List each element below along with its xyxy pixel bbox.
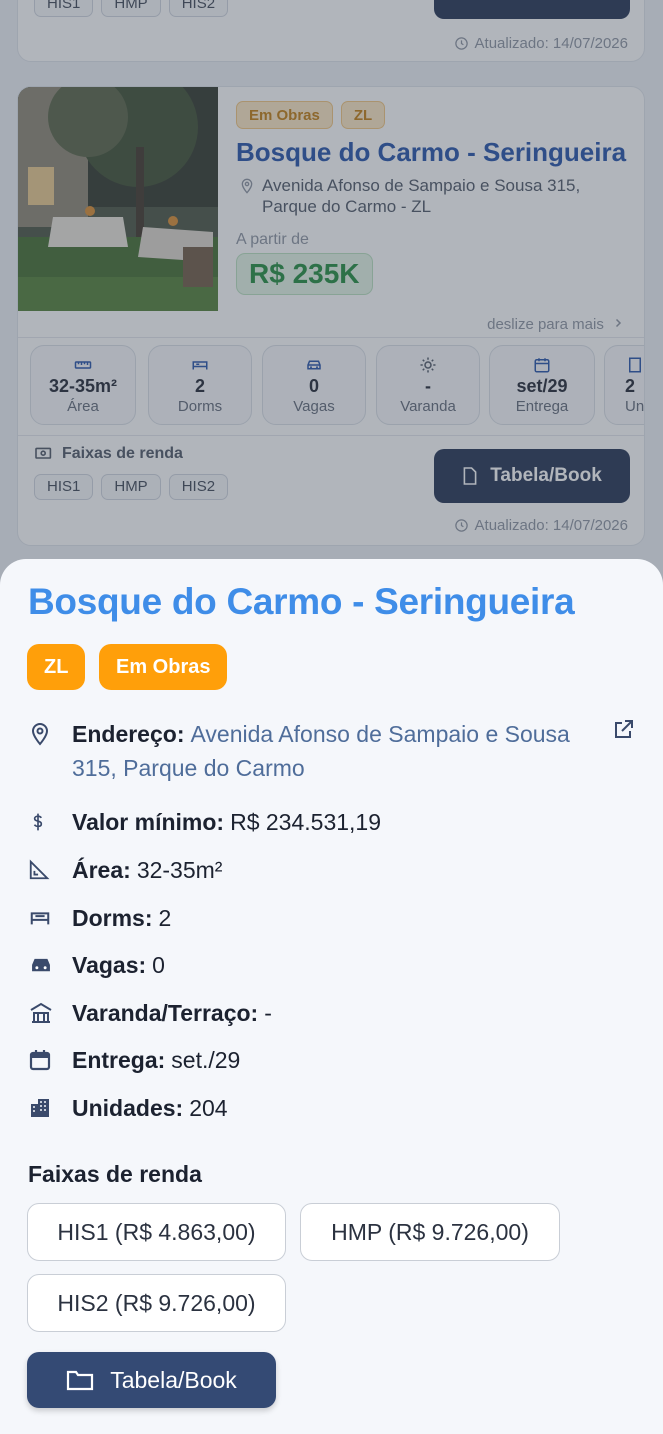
detail-row-balcony: Varanda/Terraço: - [28,996,272,1030]
location-pin-icon [31,722,49,746]
status-badge: Em Obras [99,644,228,690]
address-row: Endereço: Avenida Afonso de Sampaio e Sou… [28,717,588,785]
detail-value: R$ 234.531,19 [230,809,381,835]
detail-row-delivery: Entrega: set./29 [28,1043,240,1077]
detail-row-parking: Vagas: 0 [28,948,165,982]
income-range-chip[interactable]: HMP (R$ 9.726,00) [300,1203,560,1261]
income-section-title: Faixas de renda [28,1161,202,1187]
income-range-chip[interactable]: HIS1 (R$ 4.863,00) [27,1203,286,1261]
detail-label: Varanda/Terraço: [72,1000,259,1026]
car-icon [32,958,50,972]
detail-label: Dorms: [72,905,153,931]
detail-label: Entrega: [72,1047,166,1073]
detail-value: 0 [152,952,165,978]
zone-badge: ZL [27,644,86,690]
apartment-icon [31,1099,49,1117]
detail-value: 32-35m² [136,857,223,883]
address-link[interactable]: Avenida Afonso de Sampaio e Sousa [190,721,569,747]
detail-label: Vagas: [72,952,147,978]
detail-row-min-value: Valor mínimo: R$ 234.531,19 [28,805,381,839]
detail-row-dorms: Dorms: 2 [28,901,171,935]
address-link[interactable]: 315, Parque do Carmo [72,755,305,781]
detail-value: set./29 [171,1047,241,1073]
details-bottom-sheet: Bosque do Carmo - Seringueira ZL Em Obra… [0,559,663,1434]
detail-value: 2 [158,905,172,931]
bed-icon [30,912,50,925]
open-in-new-icon[interactable] [611,718,635,742]
sheet-title: Bosque do Carmo - Seringueira [28,581,575,622]
detail-value: - [264,1000,272,1026]
detail-label: Área: [72,857,131,883]
calendar-icon [29,1050,51,1071]
detail-label: Unidades: [72,1095,184,1121]
dollar-icon [33,813,43,831]
folder-icon [67,1370,94,1391]
book-button[interactable]: Tabela/Book [27,1352,276,1408]
detail-row-units: Unidades: 204 [28,1091,228,1125]
income-range-chip[interactable]: HIS2 (R$ 9.726,00) [27,1274,286,1332]
area-icon [29,859,50,880]
detail-label: Valor mínimo: [72,809,225,835]
address-label: Endereço: [72,721,185,747]
detail-value: 204 [189,1095,228,1121]
book-button-label: Tabela/Book [110,1366,237,1393]
balcony-icon [30,1002,52,1023]
detail-row-area: Área: 32-35m² [28,853,222,887]
